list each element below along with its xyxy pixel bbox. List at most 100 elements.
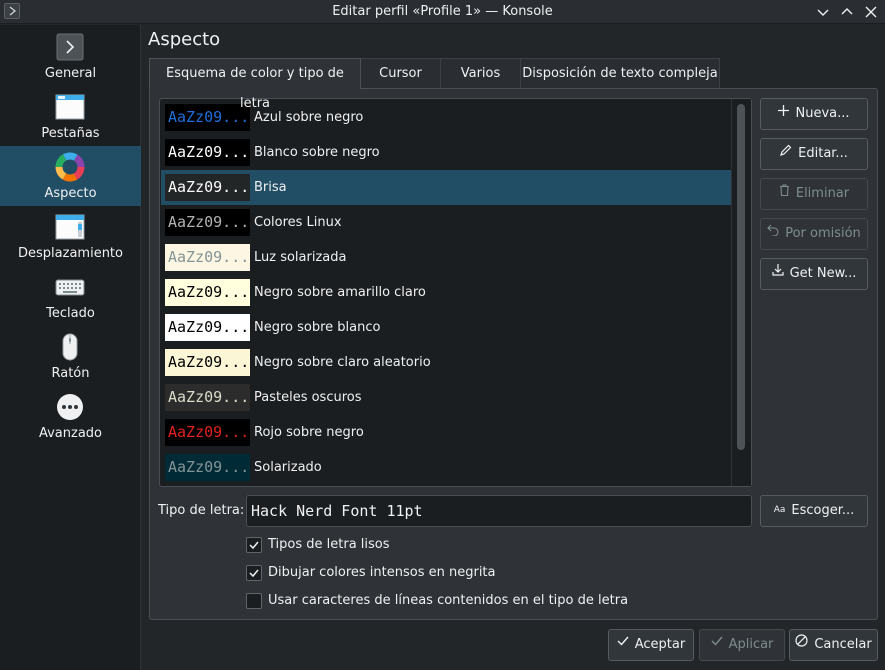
scheme-name: Pasteles oscuros: [254, 390, 362, 405]
scheme-preview: AaZz09...: [165, 279, 250, 306]
scheme-preview: AaZz09...: [165, 244, 250, 271]
scheme-name: Negro sobre amarillo claro: [254, 285, 426, 300]
scheme-preview: AaZz09...: [165, 174, 250, 201]
get-new-schemes-button[interactable]: Get New...: [760, 258, 868, 290]
page-title: Aspecto: [148, 29, 221, 50]
scroll-icon: [55, 212, 85, 242]
delete-scheme-button[interactable]: Eliminar: [760, 178, 868, 210]
edit-scheme-button[interactable]: Editar...: [760, 138, 868, 170]
sidebar-item-label: General: [44, 66, 97, 81]
scheme-row[interactable]: AaZz09... Rojo sobre negro: [161, 415, 731, 450]
scheme-row[interactable]: AaZz09... Colores Linux: [161, 205, 731, 240]
checkbox-label: Tipos de letra lisos: [268, 537, 390, 552]
cancel-icon: [795, 629, 808, 659]
cancel-button[interactable]: Cancelar: [789, 629, 878, 661]
scheme-name: Blanco sobre negro: [254, 145, 380, 160]
download-icon: [771, 258, 784, 288]
choose-font-button[interactable]: Aa Escoger...: [760, 495, 868, 527]
apply-button[interactable]: Aplicar: [699, 629, 785, 661]
scheme-preview: AaZz09...: [165, 349, 250, 376]
checkbox-label: Usar caracteres de líneas contenidos en …: [268, 593, 629, 608]
scheme-row[interactable]: AaZz09... Solarizado: [161, 450, 731, 485]
scheme-row[interactable]: AaZz09... Luz solarizada: [161, 240, 731, 275]
scheme-row[interactable]: AaZz09... Negro sobre amarillo claro: [161, 275, 731, 310]
sidebar-item-label: Pestañas: [41, 126, 100, 141]
scheme-preview: AaZz09...: [165, 419, 250, 446]
checkbox-box[interactable]: [246, 593, 262, 609]
tabs-icon: [55, 92, 85, 122]
sidebar-item-general[interactable]: General: [0, 26, 141, 86]
trash-icon: [779, 178, 790, 208]
scheme-name: Azul sobre negro: [254, 110, 364, 125]
font-label: Tipo de letra:: [158, 503, 245, 518]
scheme-preview: AaZz09...: [165, 139, 250, 166]
font-field[interactable]: Hack Nerd Font 11pt: [246, 495, 752, 527]
plus-icon: [778, 98, 790, 128]
sidebar: General Pestañas Aspecto Desplazamiento: [0, 25, 141, 670]
scheme-row[interactable]: AaZz09... Pasteles oscuros: [161, 380, 731, 415]
tab-complex-text[interactable]: Disposición de texto compleja: [520, 58, 720, 88]
scheme-name: Negro sobre claro aleatorio: [254, 355, 431, 370]
scheme-preview: AaZz09...: [165, 384, 250, 411]
sidebar-item-raton[interactable]: Ratón: [0, 326, 141, 386]
scheme-row[interactable]: AaZz09... Blanco sobre negro: [161, 135, 731, 170]
sidebar-item-label: Ratón: [51, 366, 90, 381]
scheme-name: Negro sobre blanco: [254, 320, 381, 335]
terminal-icon: [55, 32, 85, 62]
minimize-button[interactable]: [814, 3, 832, 21]
button-label: Get New...: [789, 266, 857, 281]
sidebar-item-pestanas[interactable]: Pestañas: [0, 86, 141, 146]
button-label: Aceptar: [634, 637, 686, 652]
mouse-icon: [55, 332, 85, 362]
sidebar-item-label: Desplazamiento: [18, 246, 123, 261]
tab-label: Disposición de texto compleja: [522, 66, 718, 81]
scheme-preview: AaZz09...: [165, 209, 250, 236]
check-icon: [711, 629, 723, 659]
sidebar-item-label: Teclado: [46, 306, 95, 321]
restore-default-button[interactable]: Por omisión: [760, 218, 868, 250]
color-scheme-list[interactable]: AaZz09... Azul sobre negro AaZz09... Blanco…: [159, 98, 752, 487]
tab-label: Varios: [460, 66, 501, 81]
checkbox-box[interactable]: [246, 537, 262, 553]
undo-icon: [767, 218, 779, 248]
maximize-button[interactable]: [838, 3, 856, 21]
close-window-button[interactable]: [862, 3, 880, 21]
scheme-name: Colores Linux: [254, 215, 342, 230]
scrollbar-thumb[interactable]: [737, 104, 745, 450]
new-scheme-button[interactable]: Nueva...: [760, 98, 868, 130]
sidebar-item-teclado[interactable]: Teclado: [0, 266, 141, 326]
window-title: Editar perfil «Profile 1» — Konsole: [332, 4, 553, 19]
sidebar-item-label: Avanzado: [38, 426, 103, 441]
scheme-name: Solarizado: [254, 460, 322, 475]
button-label: Cancelar: [814, 637, 872, 652]
scheme-preview: AaZz09...: [165, 454, 250, 481]
button-label: Eliminar: [795, 186, 850, 201]
scheme-preview: AaZz09...: [165, 314, 250, 341]
ok-button[interactable]: Aceptar: [608, 629, 694, 661]
title-bar[interactable]: Editar perfil «Profile 1» — Konsole: [0, 0, 885, 24]
scheme-row[interactable]: AaZz09... Brisa: [161, 170, 731, 205]
check-icon: [617, 629, 629, 659]
tab-varios[interactable]: Varios: [440, 58, 521, 88]
more-icon: [55, 392, 85, 422]
scheme-name: Rojo sobre negro: [254, 425, 364, 440]
button-label: Por omisión: [785, 226, 861, 241]
button-label: Escoger...: [791, 503, 855, 518]
checkbox-box[interactable]: [246, 565, 262, 581]
checkbox-label: Dibujar colores intensos en negrita: [268, 565, 496, 580]
sidebar-item-aspecto[interactable]: Aspecto: [0, 146, 141, 206]
tab-label: Cursor: [379, 66, 422, 81]
tab-cursor[interactable]: Cursor: [360, 58, 441, 88]
sidebar-item-avanzado[interactable]: Avanzado: [0, 386, 141, 446]
color-wheel-icon: [55, 152, 85, 182]
keyboard-icon: [55, 272, 85, 302]
font-icon: Aa: [773, 504, 786, 515]
sidebar-item-label: Aspecto: [44, 186, 97, 201]
scheme-row[interactable]: AaZz09... Negro sobre blanco: [161, 310, 731, 345]
sidebar-item-desplazamiento[interactable]: Desplazamiento: [0, 206, 141, 266]
pencil-icon: [780, 138, 792, 168]
tab-color-scheme[interactable]: Esquema de color y tipo de letra: [149, 58, 361, 111]
scheme-name: Brisa: [254, 180, 287, 195]
scheme-row[interactable]: AaZz09... Negro sobre claro aleatorio: [161, 345, 731, 380]
scheme-name: Luz solarizada: [254, 250, 347, 265]
